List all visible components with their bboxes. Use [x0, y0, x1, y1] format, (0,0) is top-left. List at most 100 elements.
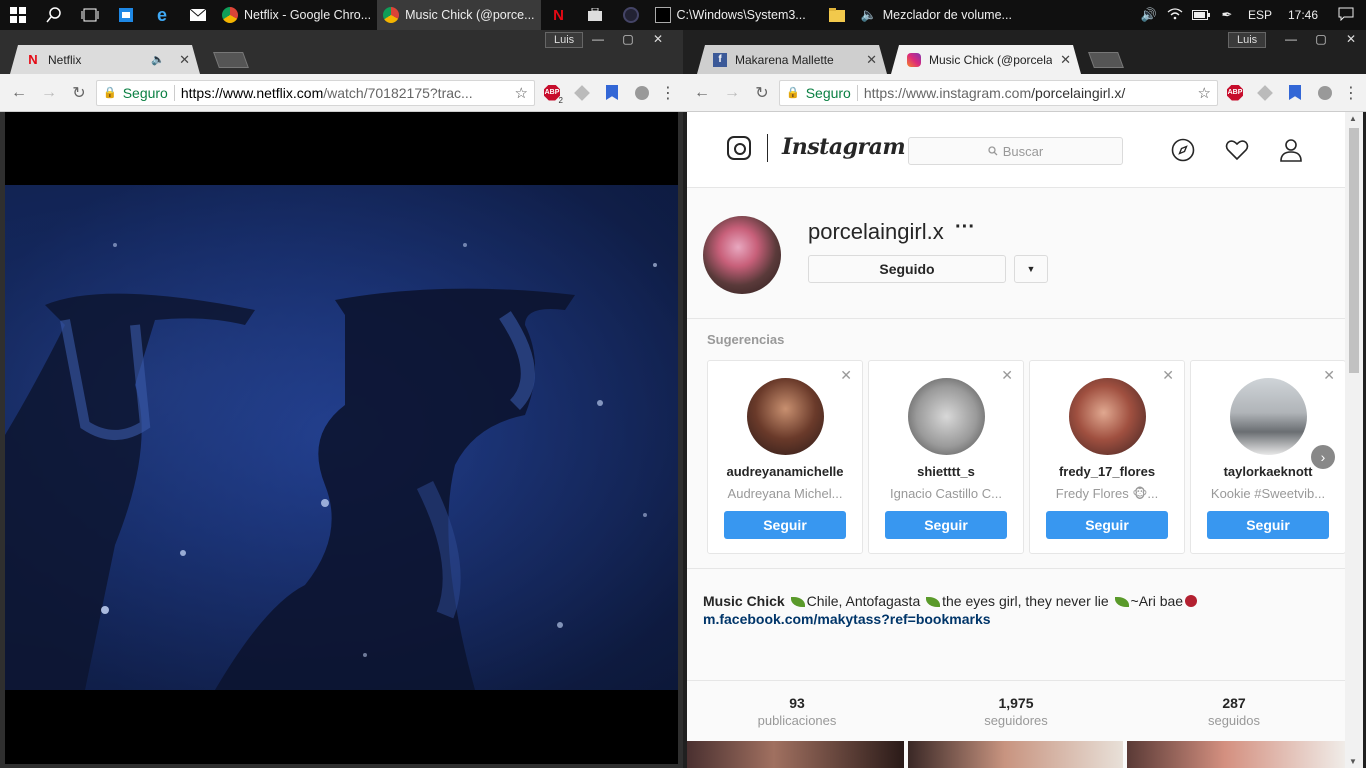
bookmark-star-icon[interactable]: ☆	[515, 84, 528, 102]
bio-link[interactable]: m.facebook.com/makytass?ref=bookmarks	[703, 610, 1323, 628]
stat-followers[interactable]: 1,975 seguidores	[916, 695, 1116, 728]
scroll-down-icon[interactable]: ▼	[1349, 757, 1357, 766]
tab-close-icon[interactable]: ✕	[866, 52, 877, 68]
heart-icon[interactable]	[1225, 138, 1249, 162]
dismiss-icon[interactable]: ✕	[1001, 367, 1013, 384]
adblock-icon[interactable]: ABP 2	[539, 80, 565, 106]
taskbar-task-mixer[interactable]: 🔈 Mezclador de volume...	[855, 0, 1015, 30]
extension-cube-icon[interactable]	[569, 80, 595, 106]
close-icon[interactable]: ✕	[1336, 30, 1366, 48]
suggestion-card[interactable]: ✕ shietttt_s Ignacio Castillo C... Segui…	[868, 360, 1024, 554]
language-indicator[interactable]: ESP	[1240, 8, 1280, 22]
suggestions-dropdown-button[interactable]: ▼	[1014, 255, 1048, 283]
start-icon[interactable]	[0, 0, 36, 30]
back-icon[interactable]: ←	[6, 80, 32, 106]
avatar[interactable]	[908, 378, 985, 455]
follow-button[interactable]: Seguir	[885, 511, 1007, 539]
page-scrollbar[interactable]: ▲ ▼	[1345, 112, 1363, 768]
bookmark-extension-icon[interactable]	[1282, 80, 1308, 106]
forward-icon[interactable]: →	[719, 80, 745, 106]
url-text[interactable]: https://www.netflix.com/watch/70182175?t…	[181, 85, 509, 101]
extension-circle-icon[interactable]	[1312, 80, 1338, 106]
menu-icon[interactable]: ⋮	[659, 83, 677, 103]
media-app-icon[interactable]	[613, 0, 649, 30]
search-input[interactable]: Buscar	[908, 137, 1123, 165]
minimize-icon[interactable]: —	[1276, 30, 1306, 48]
search-icon[interactable]	[36, 0, 72, 30]
netflix-app-icon[interactable]: N	[541, 0, 577, 30]
instagram-camera-icon[interactable]	[727, 136, 751, 160]
wifi-icon[interactable]	[1162, 7, 1188, 23]
folder-icon[interactable]	[819, 0, 855, 30]
taskbar-task-netflix[interactable]: Netflix - Google Chro...	[216, 0, 377, 30]
following-button[interactable]: Seguido	[808, 255, 1006, 283]
dismiss-icon[interactable]: ✕	[1323, 367, 1335, 384]
adblock-icon[interactable]: ABP	[1222, 80, 1248, 106]
url-text[interactable]: https://www.instagram.com/porcelaingirl.…	[864, 85, 1192, 101]
maximize-icon[interactable]: ▢	[1306, 30, 1336, 48]
profile-avatar[interactable]	[703, 216, 781, 294]
taskbar-task-instagram[interactable]: Music Chick (@porce...	[377, 0, 541, 30]
store-icon[interactable]	[108, 0, 144, 30]
avatar[interactable]	[1069, 378, 1146, 455]
address-bar[interactable]: 🔒 Seguro https://www.netflix.com/watch/7…	[96, 79, 535, 106]
volume-icon[interactable]: 🔊	[1136, 7, 1162, 23]
dismiss-icon[interactable]: ✕	[840, 367, 852, 384]
netflix-player[interactable]	[5, 112, 678, 764]
audio-icon[interactable]: 🔈	[151, 53, 165, 66]
suggestion-username[interactable]: fredy_17_flores	[1030, 464, 1184, 479]
scrollbar-thumb[interactable]	[1349, 128, 1359, 373]
extension-cube-icon[interactable]	[1252, 80, 1278, 106]
close-icon[interactable]: ✕	[643, 30, 673, 48]
scroll-up-icon[interactable]: ▲	[1349, 114, 1357, 123]
post-thumbnail[interactable]	[908, 741, 1123, 768]
suggestion-card[interactable]: ✕ audreyanamichelle Audreyana Michel... …	[707, 360, 863, 554]
menu-icon[interactable]: ⋮	[1342, 83, 1360, 103]
suggestion-username[interactable]: shietttt_s	[869, 464, 1023, 479]
tab-instagram[interactable]: Music Chick (@porcelain... ✕	[891, 45, 1081, 74]
battery-icon[interactable]	[1188, 8, 1214, 23]
profile-chip[interactable]: Luis	[1228, 32, 1267, 48]
dismiss-icon[interactable]: ✕	[1162, 367, 1174, 384]
bookmark-extension-icon[interactable]	[599, 80, 625, 106]
tab-facebook[interactable]: f Makarena Mallette ✕	[697, 45, 887, 74]
video-frame[interactable]	[5, 185, 678, 690]
bookmark-star-icon[interactable]: ☆	[1198, 84, 1211, 102]
briefcase-icon[interactable]	[577, 0, 613, 30]
new-tab-button[interactable]	[1088, 52, 1124, 68]
tab-close-icon[interactable]: ✕	[1060, 52, 1071, 68]
instagram-wordmark[interactable]: Instagram	[782, 134, 906, 160]
next-suggestions-icon[interactable]: ›	[1311, 445, 1335, 469]
forward-icon[interactable]: →	[36, 80, 62, 106]
explore-compass-icon[interactable]	[1171, 138, 1195, 162]
extension-circle-icon[interactable]	[629, 80, 655, 106]
pen-icon[interactable]: ✒	[1214, 7, 1240, 23]
reload-icon[interactable]: ↻	[749, 80, 775, 106]
reload-icon[interactable]: ↻	[66, 80, 92, 106]
post-thumbnail[interactable]	[687, 741, 904, 768]
suggestion-username[interactable]: audreyanamichelle	[708, 464, 862, 479]
follow-button[interactable]: Seguir	[724, 511, 846, 539]
follow-button[interactable]: Seguir	[1207, 511, 1329, 539]
profile-chip[interactable]: Luis	[545, 32, 584, 48]
post-thumbnail[interactable]	[1127, 741, 1345, 768]
suggestion-card[interactable]: ✕ fredy_17_flores Fredy Flores 🐵... Segu…	[1029, 360, 1185, 554]
task-view-icon[interactable]	[72, 0, 108, 30]
maximize-icon[interactable]: ▢	[613, 30, 643, 48]
tab-netflix[interactable]: N Netflix 🔈 ✕	[10, 45, 200, 74]
more-options-icon[interactable]: ···	[955, 216, 975, 239]
taskbar-task-cmd[interactable]: C:\Windows\System3...	[649, 0, 819, 30]
back-icon[interactable]: ←	[689, 80, 715, 106]
address-bar[interactable]: 🔒 Seguro https://www.instagram.com/porce…	[779, 79, 1218, 106]
clock[interactable]: 17:46	[1280, 8, 1326, 22]
edge-icon[interactable]: e	[144, 0, 180, 30]
notifications-icon[interactable]	[1326, 7, 1366, 24]
tab-close-icon[interactable]: ✕	[179, 52, 190, 68]
profile-icon[interactable]	[1279, 138, 1303, 162]
new-tab-button[interactable]	[213, 52, 249, 68]
avatar[interactable]	[1230, 378, 1307, 455]
follow-button[interactable]: Seguir	[1046, 511, 1168, 539]
avatar[interactable]	[747, 378, 824, 455]
mail-icon[interactable]	[180, 0, 216, 30]
stat-following[interactable]: 287 seguidos	[1134, 695, 1334, 728]
